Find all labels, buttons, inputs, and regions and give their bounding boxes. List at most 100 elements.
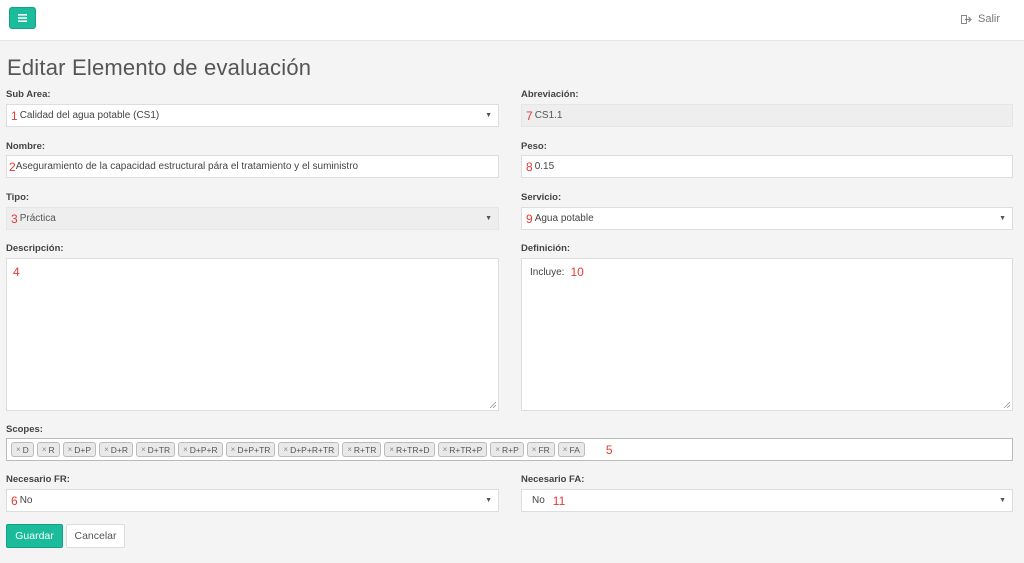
scope-tag[interactable]: × R+P xyxy=(490,442,524,457)
remove-icon[interactable]: × xyxy=(183,445,188,454)
weight-value: 0.15 xyxy=(534,161,555,172)
required-fa-label: Necesario FA: xyxy=(521,474,585,485)
abbreviation-field: 7 CS1.1 xyxy=(521,104,1013,127)
type-select: 3 Práctica ▼ xyxy=(6,207,499,230)
hamburger-icon xyxy=(18,14,27,22)
logout-label: Salir xyxy=(977,13,1000,25)
cancel-button[interactable]: Cancelar xyxy=(66,524,125,548)
required-fr-value: No xyxy=(19,495,33,506)
scope-tag-label: D+P+R+TR xyxy=(290,444,335,455)
description-content: 4 xyxy=(13,265,26,279)
remove-icon[interactable]: × xyxy=(42,445,47,454)
sub-area-value: Calidad del agua potable (CS1) xyxy=(19,110,160,121)
required-fr-label: Necesario FR: xyxy=(6,474,70,485)
scope-tag-label: D+P+R xyxy=(189,444,218,455)
caret-down-icon: ▼ xyxy=(485,215,492,222)
annotation-marker: 11 xyxy=(552,493,566,508)
remove-icon[interactable]: × xyxy=(495,445,500,454)
sub-area-select[interactable]: 1 Calidad del agua potable (CS1) ▼ xyxy=(6,104,499,127)
remove-icon[interactable]: × xyxy=(68,445,73,454)
remove-icon[interactable]: × xyxy=(389,445,394,454)
scope-tag-label: R+TR xyxy=(353,444,377,455)
annotation-marker: 4 xyxy=(13,265,20,279)
scope-tag-label: FA xyxy=(569,444,580,455)
annotation-marker: 2 xyxy=(9,159,16,174)
annotation-marker: 7 xyxy=(526,108,533,123)
remove-icon[interactable]: × xyxy=(563,445,568,454)
weight-label: Peso: xyxy=(521,141,547,152)
name-input[interactable]: 2 Aseguramiento de la capacidad estructu… xyxy=(6,155,499,178)
remove-icon[interactable]: × xyxy=(104,445,109,454)
definition-label: Definición: xyxy=(521,243,571,254)
scope-tag[interactable]: × D+R xyxy=(99,442,133,457)
scope-tag-label: FR xyxy=(538,444,550,455)
sign-out-icon xyxy=(960,14,972,24)
scope-tag[interactable]: × R+TR xyxy=(342,442,382,457)
save-button[interactable]: Guardar xyxy=(6,524,63,548)
scope-tag-label: D+TR xyxy=(147,444,171,455)
scope-tag-label: D xyxy=(22,444,29,455)
scope-tag-label: D+P+TR xyxy=(237,444,271,455)
remove-icon[interactable]: × xyxy=(231,445,236,454)
scope-tag[interactable]: × FR xyxy=(526,442,555,457)
scope-tag-label: R+TR+D xyxy=(396,444,430,455)
scope-tag[interactable]: × R+TR+P xyxy=(437,442,488,457)
scope-tag[interactable]: × D+P+R xyxy=(178,442,223,457)
page-title: Editar Elemento de evaluación xyxy=(7,55,312,80)
scope-tag[interactable]: × D xyxy=(11,442,34,457)
scope-tag-label: R+P xyxy=(502,444,519,455)
scope-tag-label: D+R xyxy=(110,444,128,455)
required-fa-value: No xyxy=(532,495,545,506)
required-fr-select[interactable]: 6 No ▼ xyxy=(6,489,499,512)
scope-tag-label: D+P xyxy=(74,444,92,455)
remove-icon[interactable]: × xyxy=(283,445,288,454)
annotation-marker: 5 xyxy=(605,442,613,457)
scope-tag-label: R xyxy=(48,444,55,455)
scope-tag[interactable]: × R+TR+D xyxy=(384,442,435,457)
abbreviation-value: CS1.1 xyxy=(534,110,563,121)
annotation-marker: 3 xyxy=(11,211,18,226)
caret-down-icon: ▼ xyxy=(999,497,1006,504)
scope-tag[interactable]: × D+P+TR xyxy=(225,442,276,457)
annotation-marker: 8 xyxy=(526,159,533,174)
scope-tag[interactable]: × D+P xyxy=(62,442,97,457)
remove-icon[interactable]: × xyxy=(347,445,352,454)
annotation-marker: 9 xyxy=(526,211,533,226)
scope-tag[interactable]: × R xyxy=(36,442,60,457)
service-value: Agua potable xyxy=(534,213,594,224)
annotation-marker: 6 xyxy=(11,493,18,508)
definition-value: Incluye: xyxy=(530,266,565,278)
required-fa-select[interactable]: No 11 ▼ xyxy=(521,489,1013,512)
name-label: Nombre: xyxy=(6,141,46,152)
type-label: Tipo: xyxy=(6,192,30,203)
type-value: Práctica xyxy=(19,213,56,224)
description-label: Descripción: xyxy=(6,243,64,254)
resize-handle-icon[interactable] xyxy=(1003,401,1010,408)
remove-icon[interactable]: × xyxy=(443,445,448,454)
menu-toggle-button[interactable] xyxy=(9,7,36,29)
caret-down-icon: ▼ xyxy=(999,215,1006,222)
service-label: Servicio: xyxy=(521,192,562,203)
remove-icon[interactable]: × xyxy=(16,445,21,454)
definition-content: Incluye: 10 xyxy=(530,265,586,279)
abbreviation-label: Abreviación: xyxy=(521,89,579,100)
annotation-marker: 10 xyxy=(570,265,584,279)
description-textarea[interactable]: 4 xyxy=(6,258,499,411)
annotation-marker: 1 xyxy=(11,108,18,123)
scope-tag[interactable]: × FA xyxy=(557,442,585,457)
scopes-label: Scopes: xyxy=(6,424,43,435)
remove-icon[interactable]: × xyxy=(141,445,146,454)
name-value: Aseguramiento de la capacidad estructura… xyxy=(15,161,359,172)
caret-down-icon: ▼ xyxy=(485,112,492,119)
logout-link[interactable]: Salir xyxy=(960,13,1000,25)
scopes-multiselect[interactable]: × D × R × D+P × D+R × D+TR × D+P+R × D+P+TR × D+… xyxy=(6,438,1013,461)
scope-tag-label: R+TR+P xyxy=(449,444,483,455)
remove-icon[interactable]: × xyxy=(532,445,537,454)
weight-input[interactable]: 8 0.15 xyxy=(521,155,1013,178)
scope-tag[interactable]: × D+TR xyxy=(136,442,176,457)
sub-area-label: Sub Area: xyxy=(6,89,51,100)
scope-tag[interactable]: × D+P+R+TR xyxy=(278,442,340,457)
resize-handle-icon[interactable] xyxy=(489,401,496,408)
service-select[interactable]: 9 Agua potable ▼ xyxy=(521,207,1013,230)
definition-textarea[interactable]: Incluye: 10 xyxy=(521,258,1013,411)
